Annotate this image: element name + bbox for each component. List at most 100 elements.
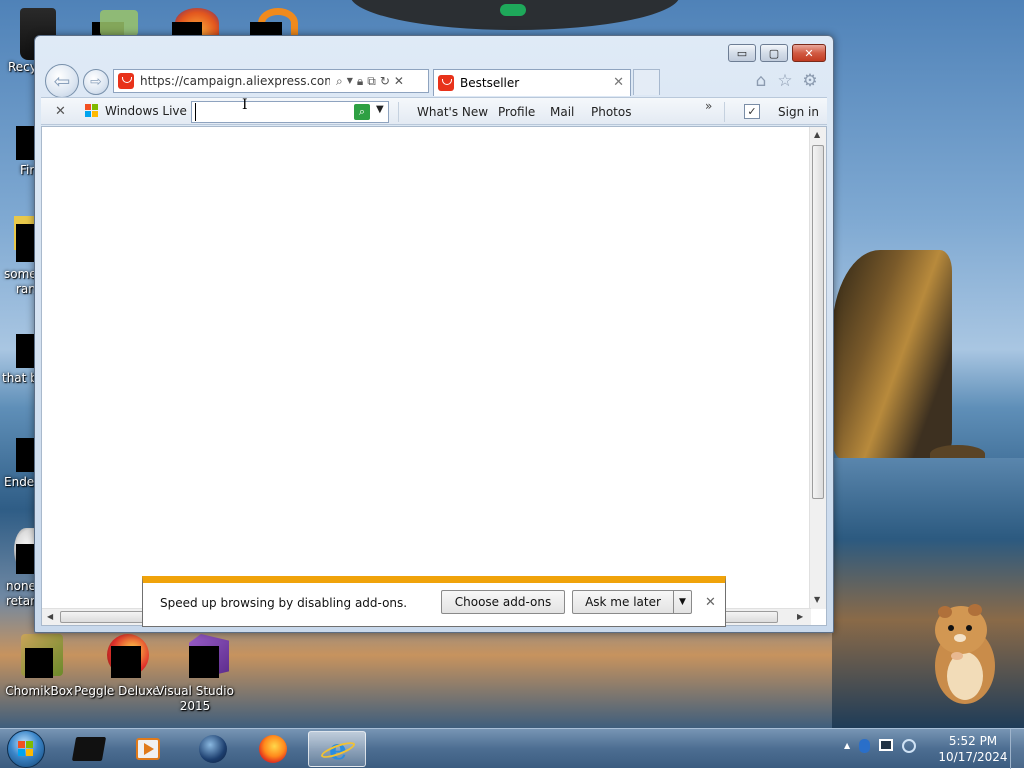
- desktop-label-partial: some: [4, 267, 37, 281]
- minimize-icon: ▭: [736, 46, 748, 60]
- ask-me-later-button[interactable]: Ask me later: [572, 590, 674, 614]
- taskbar-internet-explorer[interactable]: e: [308, 731, 366, 767]
- notification-message: Speed up browsing by disabling add-ons.: [160, 596, 408, 610]
- back-arrow-icon: ⇦: [53, 69, 71, 93]
- ask-later-dropdown-icon[interactable]: ▼: [673, 590, 692, 614]
- windows-logo-icon: [85, 104, 100, 118]
- desktop-label-partial: that b: [2, 371, 38, 385]
- search-go-icon[interactable]: ⌕: [354, 104, 370, 120]
- compatibility-view-icon[interactable]: ⧉: [367, 74, 376, 89]
- taskbar: e ▲ 5:52 PM 10/17/2024: [0, 728, 1024, 769]
- page-content-area[interactable]: ▲ ▼ ◀ ▶: [41, 126, 827, 626]
- search-icon[interactable]: ⌕: [336, 74, 343, 89]
- desktop-icon-chomikbox[interactable]: ChomikBox: [0, 634, 82, 699]
- sign-in-link[interactable]: Sign in: [778, 105, 819, 119]
- desktop-icon-hidden[interactable]: [16, 544, 36, 574]
- desktop-icon-hidden[interactable]: [16, 126, 36, 160]
- toolbar-search-box[interactable]: ⌕ ▼: [191, 101, 389, 123]
- close-icon: ✕: [804, 46, 814, 60]
- firefox-icon: [259, 735, 287, 763]
- volume-icon[interactable]: [902, 739, 917, 753]
- link-whats-new[interactable]: What's New: [417, 105, 488, 119]
- desktop-label-partial: none: [6, 579, 36, 593]
- windows-live-button[interactable]: Windows Live: [85, 104, 187, 118]
- refresh-icon[interactable]: ↻: [380, 74, 390, 89]
- toolbar-separator: [724, 102, 725, 122]
- taskbar-globe-app[interactable]: [184, 731, 242, 767]
- taskbar-media-player[interactable]: [120, 731, 178, 767]
- search-options-dropdown-icon[interactable]: ▼: [376, 104, 384, 115]
- address-url[interactable]: https://campaign.aliexpress.com/w: [140, 74, 330, 88]
- close-window-button[interactable]: ✕: [792, 44, 826, 62]
- dropdown-arrow-icon[interactable]: ▼: [347, 74, 353, 89]
- desktop-icon-hidden[interactable]: [172, 22, 202, 36]
- show-hidden-icons-icon[interactable]: ▲: [844, 739, 850, 753]
- clock-time: 5:52 PM: [948, 734, 998, 748]
- text-cursor-icon: I: [242, 97, 248, 113]
- back-button[interactable]: ⇦: [45, 64, 79, 98]
- more-links-chevron-icon[interactable]: »: [705, 99, 712, 113]
- link-mail[interactable]: Mail: [550, 105, 574, 119]
- chomikbox-icon: [15, 634, 63, 680]
- scroll-right-arrow-icon[interactable]: ▶: [797, 612, 803, 621]
- taskbar-app-black[interactable]: [60, 731, 118, 767]
- toolbar-search-input[interactable]: [195, 103, 350, 121]
- checkbox-icon[interactable]: ✓: [744, 104, 760, 119]
- gadget-indicator: [500, 4, 526, 16]
- address-bar[interactable]: https://campaign.aliexpress.com/w ⌕ ▼ 🔒︎…: [113, 69, 429, 93]
- desktop-label-partial: Recy: [8, 60, 37, 74]
- desktop-icon-hidden[interactable]: [16, 334, 36, 368]
- desktop-gadget-shape: [350, 0, 680, 30]
- stop-icon[interactable]: ✕: [394, 74, 404, 89]
- hamster-gadget-icon[interactable]: [925, 600, 1003, 710]
- desktop-icon-label: ChomikBox: [5, 684, 73, 698]
- desktop-icon-label: Visual Studio 2015: [156, 684, 234, 713]
- choose-addons-button[interactable]: Choose add-ons: [441, 590, 565, 614]
- link-profile[interactable]: Profile: [498, 105, 535, 119]
- forward-arrow-icon: ⇨: [90, 74, 102, 90]
- tab-bestseller[interactable]: Bestseller ✕: [433, 69, 631, 96]
- link-photos[interactable]: Photos: [591, 105, 631, 119]
- desktop-icon-hidden[interactable]: [250, 22, 282, 36]
- scroll-up-arrow-icon[interactable]: ▲: [814, 130, 820, 139]
- scroll-left-arrow-icon[interactable]: ◀: [47, 612, 53, 621]
- lock-icon[interactable]: 🔒︎: [357, 74, 363, 89]
- desktop-icon-hidden[interactable]: [16, 438, 36, 472]
- network-icon[interactable]: [879, 739, 894, 751]
- favorites-star-icon[interactable]: ☆: [775, 71, 795, 91]
- aliexpress-favicon-icon: [118, 73, 134, 89]
- scroll-down-arrow-icon[interactable]: ▼: [814, 595, 820, 604]
- globe-icon: [199, 735, 227, 763]
- new-tab-button[interactable]: [633, 69, 660, 95]
- maximize-button[interactable]: ▢: [760, 44, 788, 62]
- maximize-icon: ▢: [768, 46, 780, 60]
- tab-title: Bestseller: [460, 76, 520, 90]
- addons-notification-bar: Speed up browsing by disabling add-ons. …: [142, 576, 726, 627]
- taskbar-clock[interactable]: 5:52 PM 10/17/2024: [938, 733, 1008, 765]
- show-desktop-button[interactable]: [1010, 729, 1024, 769]
- toolbar-separator: [398, 102, 399, 122]
- desktop-icon-fragment: [100, 10, 138, 36]
- internet-explorer-window[interactable]: ▭ ▢ ✕ ⇦ ⇨ https://campaign.aliexpress.co…: [34, 35, 834, 633]
- forward-button[interactable]: ⇨: [83, 69, 109, 95]
- windows-live-toolbar: ✕ Windows Live ⌕ ▼ What's New Profile Ma…: [41, 97, 827, 125]
- desktop-icon-visual-studio[interactable]: Visual Studio 2015: [152, 634, 238, 714]
- desktop-icon-peggle[interactable]: Peggle Deluxe: [74, 634, 160, 699]
- desktop-label-partial: ran: [16, 282, 36, 296]
- desktop-icon-hidden[interactable]: [16, 224, 36, 262]
- clock-date: 10/17/2024: [938, 750, 1008, 764]
- close-notification-icon[interactable]: ✕: [705, 595, 716, 610]
- desktop-icon-label: Peggle Deluxe: [74, 684, 160, 698]
- home-icon[interactable]: ⌂: [751, 71, 771, 91]
- bluetooth-icon[interactable]: [859, 739, 871, 753]
- close-tab-icon[interactable]: ✕: [613, 75, 624, 90]
- peggle-icon: [93, 634, 149, 680]
- vertical-scroll-thumb[interactable]: [812, 145, 824, 499]
- vertical-scrollbar[interactable]: ▲ ▼: [809, 127, 826, 609]
- minimize-button[interactable]: ▭: [728, 44, 756, 62]
- close-toolbar-icon[interactable]: ✕: [55, 104, 66, 119]
- taskbar-firefox[interactable]: [244, 731, 302, 767]
- tools-gear-icon[interactable]: ⚙: [800, 71, 820, 91]
- background-cliff: [832, 250, 952, 460]
- start-button[interactable]: [7, 730, 45, 768]
